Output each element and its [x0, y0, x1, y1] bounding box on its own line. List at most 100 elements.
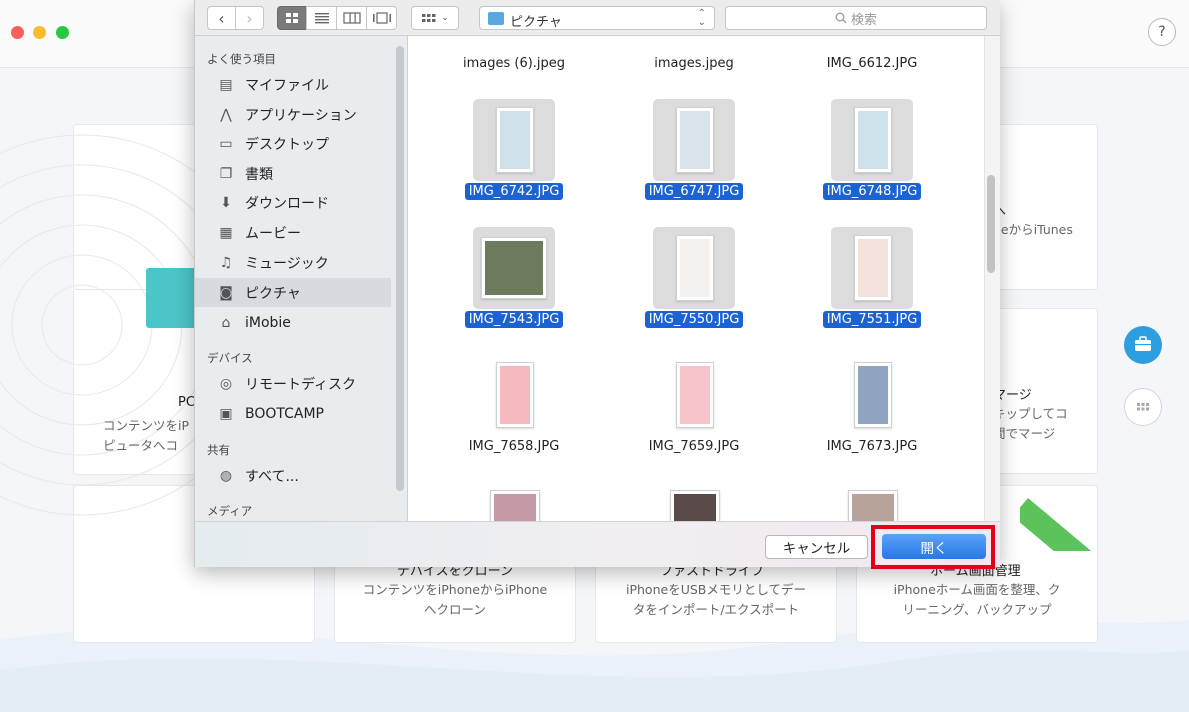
image-thumbnail — [481, 237, 547, 299]
sidebar-item-movies[interactable]: ▦ ムービー — [195, 218, 391, 247]
sidebar-item-pictures[interactable]: ◙ ピクチャ — [195, 278, 391, 307]
sidebar-heading-shared: 共有 — [207, 443, 230, 457]
open-button[interactable]: 開く — [882, 534, 986, 559]
sidebar-item-all-shared[interactable]: ◍ すべて... — [195, 461, 391, 490]
card-desc-pc: コンテンツをiP ピュータへコ — [103, 418, 190, 453]
back-button[interactable]: ‹ — [207, 6, 236, 30]
sidebar-scrollbar[interactable] — [396, 46, 404, 491]
column-view-button[interactable] — [336, 6, 367, 30]
sidebar-item-label: ミュージック — [245, 255, 329, 272]
image-thumbnail — [496, 107, 534, 173]
file-item[interactable]: images.jpeg — [609, 36, 779, 76]
list-view-button[interactable] — [306, 6, 337, 30]
sidebar-heading-devices: デバイス — [207, 351, 253, 365]
file-item[interactable]: IMG_6612.JPG — [787, 36, 957, 76]
disc-icon: ◎ — [219, 375, 233, 392]
file-item[interactable]: IMG_6742.JPG — [429, 99, 599, 209]
file-grid-scrollbar-track[interactable] — [984, 36, 1000, 521]
file-item[interactable] — [429, 484, 599, 521]
image-thumbnail — [854, 235, 892, 301]
search-input[interactable]: 検索 — [725, 6, 987, 30]
card-desc-merge: キップしてコ 間でマージ — [993, 406, 1068, 441]
location-popup[interactable]: ピクチャ ⌃ ⌄ — [479, 6, 715, 30]
file-item[interactable]: IMG_7658.JPG — [429, 354, 599, 464]
new-ribbon: New — [1020, 485, 1104, 551]
icon-view-icon — [286, 13, 298, 23]
sidebar-item-bootcamp[interactable]: ▣ BOOTCAMP — [195, 399, 391, 428]
radar-rings-decoration — [0, 134, 200, 516]
file-grid: images (6).jpeg images.jpeg IMG_6612.JPG… — [409, 36, 984, 521]
sidebar-item-label: リモートディスク — [245, 376, 357, 393]
dialog-sidebar: よく使う項目 ▤ マイファイル ⋀ アプリケーション ▭ デスクトップ ❐ 書類… — [195, 36, 408, 521]
file-item[interactable]: IMG_7673.JPG — [787, 354, 957, 464]
sidebar-item-downloads[interactable]: ⬇ ダウンロード — [195, 188, 391, 217]
file-name: IMG_6748.JPG — [822, 183, 922, 200]
file-name: IMG_7550.JPG — [644, 311, 744, 328]
card-desc-homescreen: iPhoneホーム画面を整理、ク リーニング、バックアップ — [893, 582, 1061, 617]
file-grid-scrollbar-thumb[interactable] — [987, 175, 995, 273]
sidebar-item-label: ダウンロード — [245, 195, 329, 212]
forward-button[interactable]: › — [235, 6, 264, 30]
sidebar-item-desktop[interactable]: ▭ デスクトップ — [195, 129, 391, 158]
gallery-view-button[interactable] — [366, 6, 397, 30]
cancel-button[interactable]: キャンセル — [765, 535, 868, 559]
file-item[interactable] — [787, 484, 957, 521]
image-thumbnail — [676, 107, 714, 173]
chevron-right-icon: › — [246, 8, 253, 28]
file-name: IMG_7673.JPG — [826, 439, 918, 454]
sidebar-item-label: 書類 — [245, 166, 273, 183]
arrange-menu-button[interactable]: ⌄ — [411, 6, 459, 30]
file-item[interactable] — [609, 484, 779, 521]
grid-view-button[interactable] — [1124, 388, 1162, 426]
image-thumbnail — [490, 490, 540, 521]
image-thumbnail — [676, 235, 714, 301]
search-placeholder: 検索 — [850, 12, 877, 28]
sidebar-item-label: ピクチャ — [245, 285, 301, 302]
file-item[interactable]: IMG_7551.JPG — [787, 227, 957, 337]
card-desc-itunes: neからiTunes — [993, 222, 1073, 237]
dialog-footer: キャンセル 開く — [195, 521, 1000, 569]
file-name: IMG_6742.JPG — [464, 183, 564, 200]
file-item[interactable]: IMG_7659.JPG — [609, 354, 779, 464]
sidebar-item-label: BOOTCAMP — [245, 405, 325, 422]
sidebar-item-applications[interactable]: ⋀ アプリケーション — [195, 100, 391, 129]
file-name: IMG_6747.JPG — [644, 183, 744, 200]
file-name: IMG_6612.JPG — [826, 56, 918, 71]
sidebar-item-label: デスクトップ — [245, 136, 329, 153]
file-name: IMG_7658.JPG — [468, 439, 560, 454]
image-thumbnail — [854, 107, 892, 173]
drive-icon: ▣ — [219, 405, 233, 422]
file-item[interactable]: IMG_6747.JPG — [609, 99, 779, 209]
all-files-icon: ▤ — [219, 76, 233, 93]
file-name: IMG_7551.JPG — [822, 311, 922, 328]
updown-chevron-icon: ⌃ ⌄ — [697, 8, 706, 28]
sidebar-item-imobie[interactable]: ⌂ iMobie — [195, 308, 391, 337]
sidebar-item-remote-disc[interactable]: ◎ リモートディスク — [195, 369, 391, 398]
app-grid-icon — [1137, 403, 1149, 411]
toolbox-button[interactable] — [1124, 326, 1162, 364]
file-item[interactable]: IMG_7550.JPG — [609, 227, 779, 337]
file-name: IMG_7659.JPG — [648, 439, 740, 454]
sidebar-item-music[interactable]: ♫ ミュージック — [195, 248, 391, 277]
image-thumbnail — [848, 490, 898, 521]
sidebar-item-documents[interactable]: ❐ 書類 — [195, 159, 391, 188]
movies-icon: ▦ — [219, 224, 233, 241]
help-button[interactable]: ? — [1148, 18, 1176, 46]
dialog-toolbar: ‹ › ⌄ ピクチャ ⌃ ⌄ 検索 — [195, 0, 1000, 36]
icon-view-button[interactable] — [277, 6, 307, 30]
download-icon: ⬇ — [220, 194, 232, 211]
file-item[interactable]: images (6).jpeg — [429, 36, 599, 76]
briefcase-icon — [1135, 336, 1151, 351]
file-item[interactable]: IMG_7543.JPG — [429, 227, 599, 337]
image-thumbnail — [676, 362, 714, 428]
pictures-folder-icon — [488, 12, 504, 25]
sidebar-item-label: すべて... — [245, 468, 299, 485]
file-item[interactable]: IMG_6748.JPG — [787, 99, 957, 209]
image-thumbnail — [496, 362, 534, 428]
list-view-icon — [314, 13, 329, 24]
sidebar-item-all-files[interactable]: ▤ マイファイル — [195, 70, 391, 99]
chevron-left-icon: ‹ — [218, 8, 225, 28]
home-icon: ⌂ — [221, 314, 231, 331]
sidebar-heading-media: メディア — [207, 504, 253, 518]
search-icon — [835, 12, 847, 24]
